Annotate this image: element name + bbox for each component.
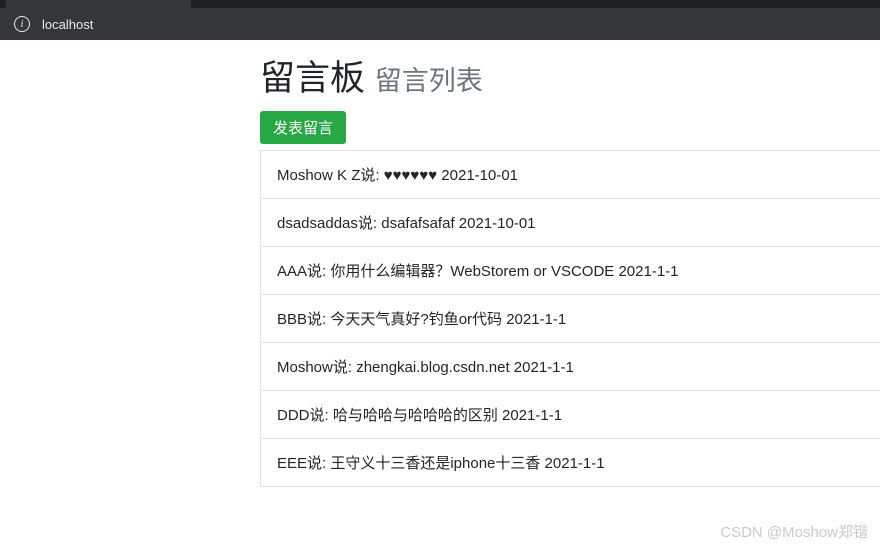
post-message-button[interactable]: 发表留言 [260,111,346,144]
message-list: Moshow K Z说: ♥♥♥♥♥♥ 2021-10-01dsadsaddas… [260,150,880,487]
info-icon[interactable]: i [14,16,30,32]
list-item: dsadsaddas说: dsafafsafaf 2021-10-01 [260,199,880,247]
address-bar[interactable]: i localhost [0,8,880,40]
list-item: Moshow K Z说: ♥♥♥♥♥♥ 2021-10-01 [260,151,880,199]
tab-strip [0,0,880,8]
list-item: DDD说: 哈与哈哈与哈哈哈的区别 2021-1-1 [260,391,880,439]
title-main: 留言板 [260,59,365,98]
list-item: Moshow说: zhengkai.blog.csdn.net 2021-1-1 [260,343,880,391]
page-title: 留言板 留言列表 [260,50,880,101]
page-content: 留言板 留言列表 发表留言 Moshow K Z说: ♥♥♥♥♥♥ 2021-1… [0,40,880,487]
title-sub: 留言列表 [375,66,483,96]
list-item: EEE说: 王守义十三香还是iphone十三香 2021-1-1 [260,439,880,487]
watermark: CSDN @Moshow郑锴 [720,521,868,542]
url-text: localhost [42,17,93,32]
browser-tab[interactable] [6,0,191,8]
list-item: AAA说: 你用什么编辑器？WebStorem or VSCODE 2021-1… [260,247,880,295]
list-item: BBB说: 今天天气真好?钓鱼or代码 2021-1-1 [260,295,880,343]
